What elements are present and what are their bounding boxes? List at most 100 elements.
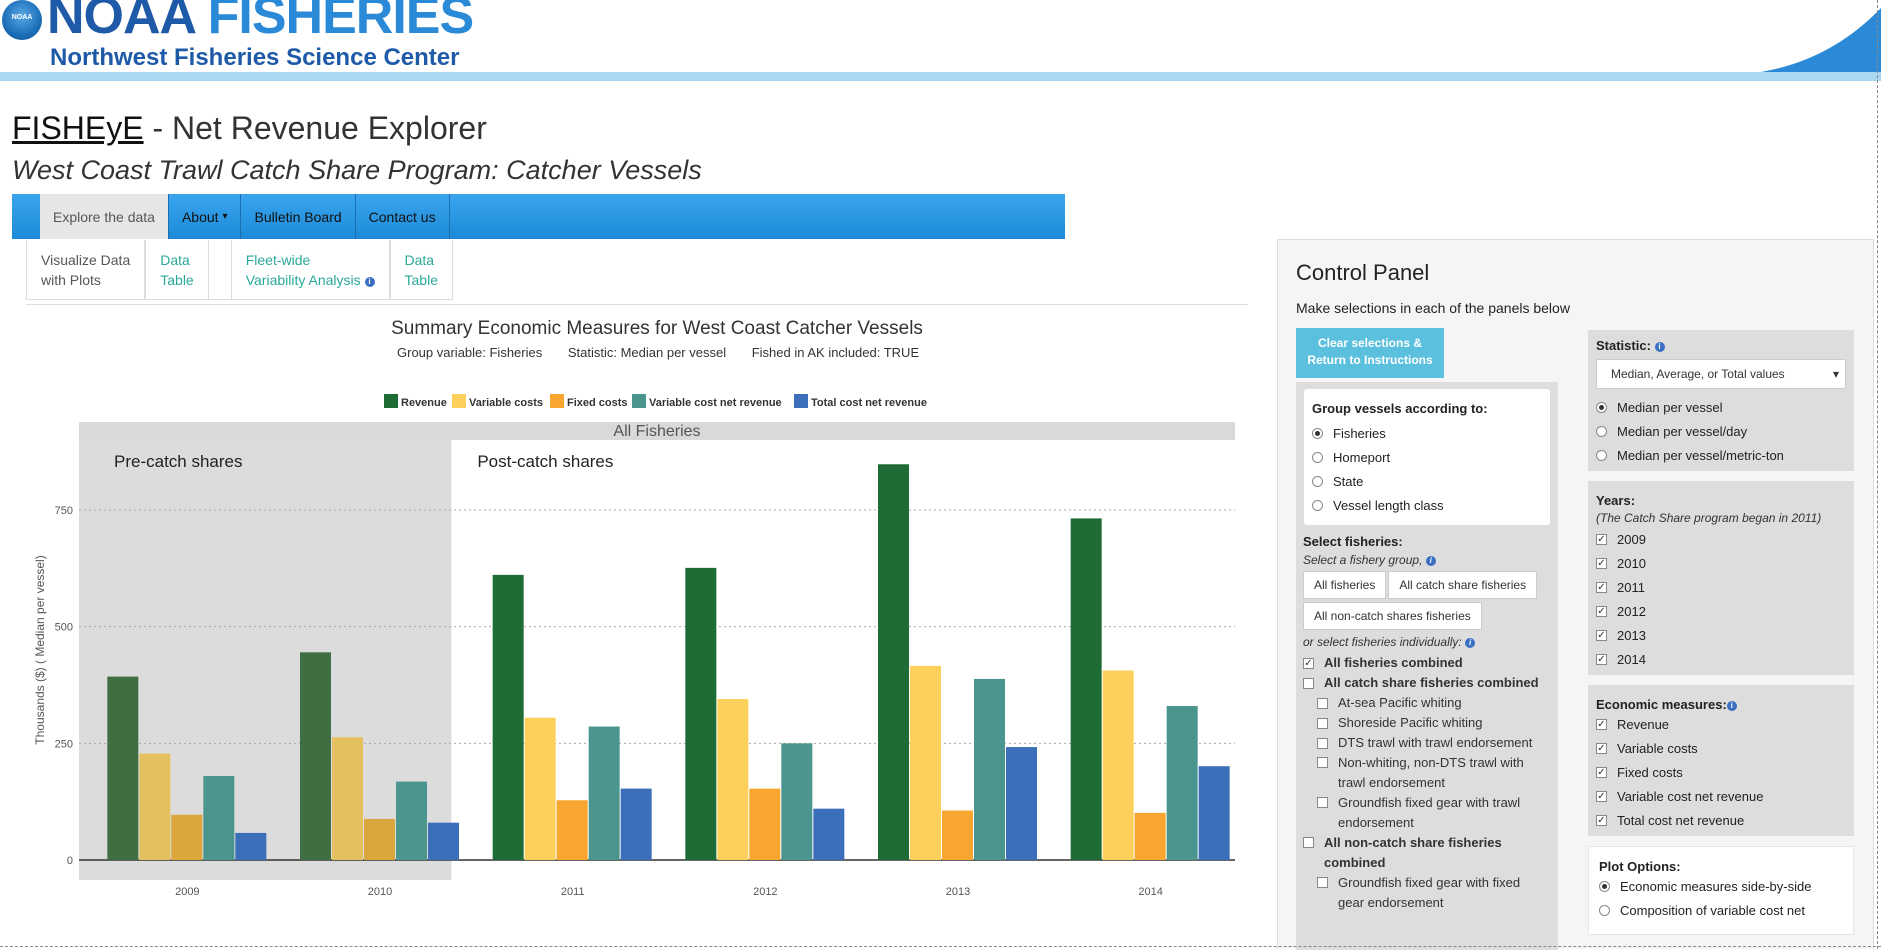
bar-total-cost-net-revenue-2013 bbox=[1006, 747, 1037, 860]
measure-fixed-costs[interactable]: ✓ Fixed costs bbox=[1596, 760, 1846, 784]
bar-revenue-2011 bbox=[492, 574, 524, 860]
measures-label-text: Economic measures: bbox=[1596, 697, 1727, 712]
fishery-non-catch-combined[interactable]: All non-catch share fisheries combined bbox=[1303, 833, 1553, 873]
bar-total-cost-net-revenue-2009 bbox=[235, 832, 267, 860]
statistic-option-median-vessel[interactable]: Median per vessel bbox=[1596, 395, 1846, 419]
fishery-checklist: ✓ All fisheries combined All catch share … bbox=[1303, 653, 1553, 913]
clear-selections-button[interactable]: Clear selections & Return to Instruction… bbox=[1296, 328, 1444, 378]
years-note: (The Catch Share program began in 2011) bbox=[1596, 511, 1822, 525]
bar-revenue-2009 bbox=[107, 676, 139, 860]
nav-contact-us[interactable]: Contact us bbox=[356, 194, 450, 239]
fishery-non-whiting[interactable]: Non-whiting, non-DTS trawl with trawl end… bbox=[1303, 753, 1553, 793]
measure-revenue[interactable]: ✓ Revenue bbox=[1596, 712, 1846, 736]
year-label: 2011 bbox=[1617, 579, 1645, 595]
fishery-group-buttons: All fisheries All catch share fisheries Al… bbox=[1303, 571, 1553, 633]
group-vessels-label: Group vessels according to: bbox=[1312, 401, 1488, 416]
radio-icon bbox=[1596, 425, 1607, 437]
info-icon[interactable]: i bbox=[364, 277, 375, 287]
page-title: FISHEyE - Net Revenue Explorer bbox=[12, 110, 487, 147]
wordmark-noaa: NOAA bbox=[47, 0, 195, 45]
measure-label: Variable costs bbox=[1617, 740, 1698, 756]
nav-bulletin-board[interactable]: Bulletin Board bbox=[241, 194, 356, 239]
tab-data-table-2[interactable]: Data Table bbox=[389, 240, 453, 300]
checkbox-icon bbox=[1317, 877, 1328, 888]
bar-total-cost-net-revenue-2011 bbox=[620, 788, 652, 860]
statistic-select[interactable]: Median, Average, or Total values bbox=[1596, 359, 1846, 389]
y-axis-label: Thousands ($) ( Median per vessel) bbox=[33, 555, 47, 744]
year-2012[interactable]: ✓ 2012 bbox=[1596, 599, 1846, 623]
bar-variable-cost-net-revenue-2013 bbox=[974, 678, 1005, 860]
fishery-label: All non-catch share fisheries combined bbox=[1324, 833, 1502, 873]
radio-icon bbox=[1312, 451, 1323, 463]
nav-about-dropdown[interactable]: About ▾ bbox=[169, 194, 242, 239]
fishery-label-line1: Groundfish fixed gear with fixed bbox=[1338, 875, 1521, 890]
radio-selected-icon bbox=[1599, 880, 1610, 892]
all-catch-share-button[interactable]: All catch share fisheries bbox=[1388, 571, 1538, 599]
bar-fixed-costs-2013 bbox=[942, 810, 973, 860]
info-icon[interactable]: i bbox=[1654, 342, 1665, 352]
option-label: State bbox=[1333, 473, 1364, 489]
fishery-groundfish-trawl[interactable]: Groundfish fixed gear with trawl endorsem… bbox=[1303, 793, 1553, 833]
tab-fleet-variability[interactable]: Fleet-wide Variability Analysis i bbox=[230, 240, 390, 300]
fishery-dts[interactable]: DTS trawl with trawl endorsement bbox=[1303, 733, 1553, 753]
legend-label-4: Total cost net revenue bbox=[811, 397, 927, 409]
group-option-homeport[interactable]: Homeport bbox=[1312, 445, 1542, 469]
fishery-label-line2: endorsement bbox=[1338, 815, 1414, 830]
year-2014[interactable]: ✓ 2014 bbox=[1596, 647, 1846, 671]
chart-statistic: Statistic: Median per vessel bbox=[567, 345, 727, 360]
bar-variable-cost-net-revenue-2012 bbox=[781, 743, 813, 860]
checkbox-checked-icon: ✓ bbox=[1596, 718, 1607, 730]
group-option-state[interactable]: State bbox=[1312, 469, 1542, 493]
tab-visualize-data[interactable]: Visualize Data with Plots bbox=[26, 240, 146, 300]
year-2010[interactable]: ✓ 2010 bbox=[1596, 551, 1846, 575]
all-non-catch-share-button[interactable]: All non-catch shares fisheries bbox=[1303, 602, 1482, 630]
statistic-option-median-day[interactable]: Median per vessel/day bbox=[1596, 419, 1846, 443]
bar-fixed-costs-2012 bbox=[749, 788, 781, 860]
page-edge-right bbox=[1877, 0, 1878, 949]
group-option-vessel-length[interactable]: Vessel length class bbox=[1312, 493, 1542, 517]
info-icon[interactable]: i bbox=[1425, 556, 1436, 566]
fishery-label-line2: gear endorsement bbox=[1338, 895, 1444, 910]
year-2009[interactable]: ✓ 2009 bbox=[1596, 527, 1846, 551]
x-tick-label: 2010 bbox=[368, 886, 392, 898]
fishery-label: DTS trawl with trawl endorsement bbox=[1338, 735, 1533, 750]
measure-variable-cost-net[interactable]: ✓ Variable cost net revenue bbox=[1596, 784, 1846, 808]
fishery-catch-share-combined[interactable]: All catch share fisheries combined bbox=[1303, 673, 1553, 693]
bar-total-cost-net-revenue-2010 bbox=[428, 822, 459, 860]
all-fisheries-button[interactable]: All fisheries bbox=[1303, 571, 1387, 599]
year-2013[interactable]: ✓ 2013 bbox=[1596, 623, 1846, 647]
option-label: Vessel length class bbox=[1333, 497, 1444, 513]
plot-option-side-by-side[interactable]: Economic measures side-by-side bbox=[1599, 874, 1843, 898]
tab-table-line2: Table bbox=[160, 272, 194, 288]
fishery-groundfish-fixed[interactable]: Groundfish fixed gear with fixed gear end… bbox=[1303, 873, 1553, 913]
checkbox-icon bbox=[1317, 797, 1328, 808]
tab-data-table[interactable]: Data Table bbox=[145, 240, 209, 300]
measure-total-cost-net[interactable]: ✓ Total cost net revenue bbox=[1596, 808, 1846, 832]
fishery-at-sea[interactable]: At-sea Pacific whiting bbox=[1303, 693, 1553, 713]
fisheye-home-link[interactable]: FISHEyE bbox=[12, 110, 144, 146]
period-label-pre: Pre-catch shares bbox=[114, 452, 243, 471]
legend-label-1: Variable costs bbox=[469, 397, 543, 409]
fishery-shoreside[interactable]: Shoreside Pacific whiting bbox=[1303, 713, 1553, 733]
measures-panel: Economic measures: i ✓ Revenue ✓ Variable c… bbox=[1588, 685, 1854, 836]
fishery-all-combined[interactable]: ✓ All fisheries combined bbox=[1303, 653, 1553, 673]
nav-explore-data[interactable]: Explore the data bbox=[40, 194, 169, 239]
year-2011[interactable]: ✓ 2011 bbox=[1596, 575, 1846, 599]
y-tick-label: 500 bbox=[55, 622, 73, 634]
group-option-fisheries[interactable]: Fisheries bbox=[1312, 421, 1542, 445]
group-vessels-box: Group vessels according to: Fisheries Ho… bbox=[1304, 389, 1550, 525]
clear-button-line2: Return to Instructions bbox=[1307, 353, 1433, 367]
info-icon[interactable]: i bbox=[1465, 638, 1476, 648]
plot-options-label: Plot Options: bbox=[1599, 859, 1681, 874]
info-icon[interactable]: i bbox=[1726, 701, 1737, 711]
facet-label: All Fisheries bbox=[613, 423, 700, 440]
measure-variable-costs[interactable]: ✓ Variable costs bbox=[1596, 736, 1846, 760]
radio-icon bbox=[1599, 904, 1610, 916]
plot-option-composition[interactable]: Composition of variable cost net bbox=[1599, 898, 1843, 922]
legend-swatch-2 bbox=[550, 394, 564, 408]
statistic-option-median-ton[interactable]: Median per vessel/metric-ton bbox=[1596, 443, 1846, 467]
statistic-panel: Statistic: i Median, Average, or Total v… bbox=[1588, 330, 1854, 471]
noaa-logo-icon[interactable]: NOAA bbox=[2, 0, 42, 40]
page-edge-bottom bbox=[0, 946, 1881, 947]
noaa-fisheries-wordmark[interactable]: NOAA FISHERIES bbox=[47, 0, 474, 45]
